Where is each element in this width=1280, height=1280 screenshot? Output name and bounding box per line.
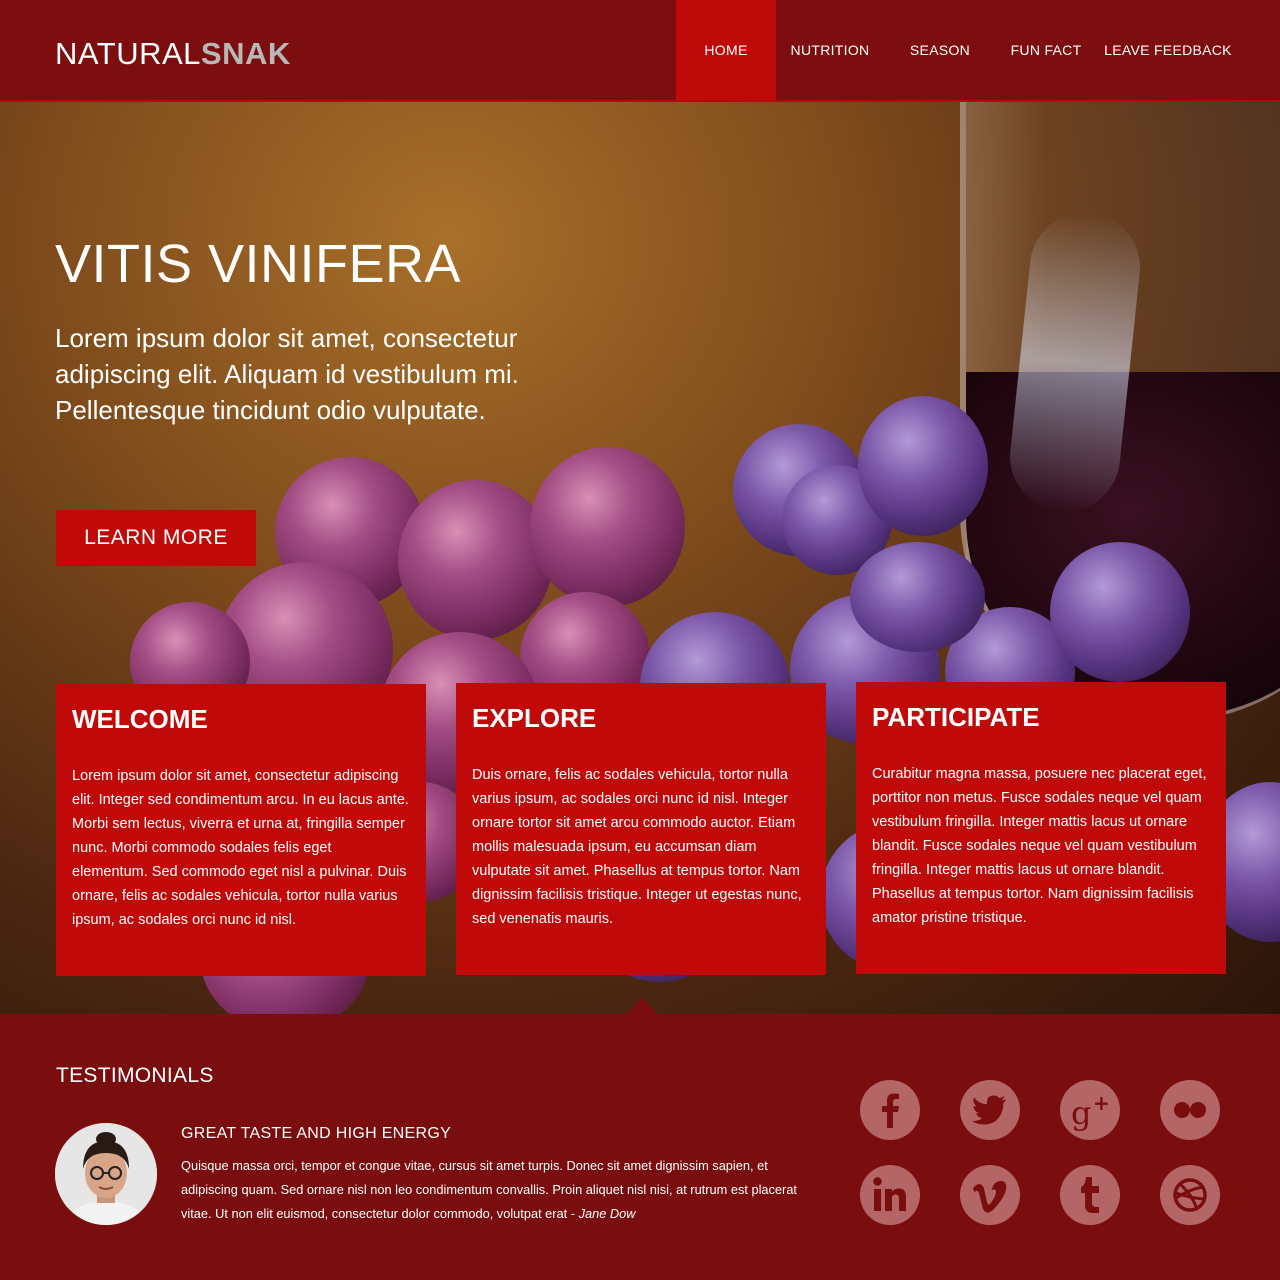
hero-description: Lorem ipsum dolor sit amet, consectetur … bbox=[55, 323, 519, 425]
card-text: Lorem ipsum dolor sit amet, consectetur … bbox=[72, 768, 409, 928]
google-plus-icon[interactable]: g + bbox=[1060, 1080, 1120, 1140]
section-pointer-arrow bbox=[626, 998, 658, 1014]
nav-item-home[interactable]: HOME bbox=[676, 0, 776, 100]
tumblr-icon[interactable] bbox=[1060, 1165, 1120, 1225]
hero-title: VITIS VINIFERA bbox=[55, 234, 462, 294]
card-title: WELCOME bbox=[72, 704, 208, 734]
card-title: EXPLORE bbox=[472, 703, 597, 733]
site-logo[interactable]: NATURALSNAK bbox=[55, 37, 291, 71]
twitter-icon[interactable] bbox=[960, 1080, 1020, 1140]
nav-item-leave-feedback[interactable]: LEAVE FEEDBACK bbox=[1096, 0, 1240, 100]
learn-more-button[interactable]: LEARN MORE bbox=[56, 510, 256, 566]
flickr-icon[interactable] bbox=[1160, 1080, 1220, 1140]
testimonials-title: TESTIMONIALS bbox=[56, 1064, 214, 1087]
site-header: NATURALSNAK HOME NUTRITION SEASON FUN FA… bbox=[0, 0, 1280, 102]
card-text: Curabitur magna massa, posuere nec place… bbox=[872, 766, 1207, 926]
facebook-icon[interactable] bbox=[860, 1080, 920, 1140]
card-participate: PARTICIPATE Curabitur magna massa, posue… bbox=[856, 682, 1226, 974]
card-text: Duis ornare, felis ac sodales vehicula, … bbox=[472, 767, 802, 927]
card-explore: EXPLORE Duis ornare, felis ac sodales ve… bbox=[456, 683, 826, 975]
testimonials-section: TESTIMONIALS GREAT TASTE AND HIGH ENERGY… bbox=[0, 1014, 1280, 1280]
testimonial-quote: Quisque massa orci, tempor et congue vit… bbox=[181, 1158, 797, 1221]
vimeo-icon[interactable] bbox=[960, 1165, 1020, 1225]
linkedin-icon[interactable] bbox=[860, 1165, 920, 1225]
dribbble-icon[interactable] bbox=[1160, 1165, 1220, 1225]
svg-text:+: + bbox=[1093, 1091, 1110, 1115]
svg-text:g: g bbox=[1071, 1094, 1091, 1132]
card-title: PARTICIPATE bbox=[872, 702, 1040, 732]
testimonial-heading: GREAT TASTE AND HIGH ENERGY bbox=[181, 1125, 452, 1142]
card-welcome: WELCOME Lorem ipsum dolor sit amet, cons… bbox=[56, 684, 426, 976]
nav-item-fun-fact[interactable]: FUN FACT bbox=[996, 0, 1096, 100]
nav-item-nutrition[interactable]: NUTRITION bbox=[776, 0, 884, 100]
logo-part-natural: NATURAL bbox=[55, 36, 201, 71]
main-nav: HOME NUTRITION SEASON FUN FACT LEAVE FEE… bbox=[676, 0, 1240, 100]
nav-item-season[interactable]: SEASON bbox=[884, 0, 996, 100]
testimonial-author: Jane Dow bbox=[578, 1206, 636, 1221]
avatar bbox=[55, 1123, 157, 1225]
testimonial-text: Quisque massa orci, tempor et congue vit… bbox=[181, 1154, 811, 1226]
logo-part-snak: SNAK bbox=[200, 36, 291, 71]
